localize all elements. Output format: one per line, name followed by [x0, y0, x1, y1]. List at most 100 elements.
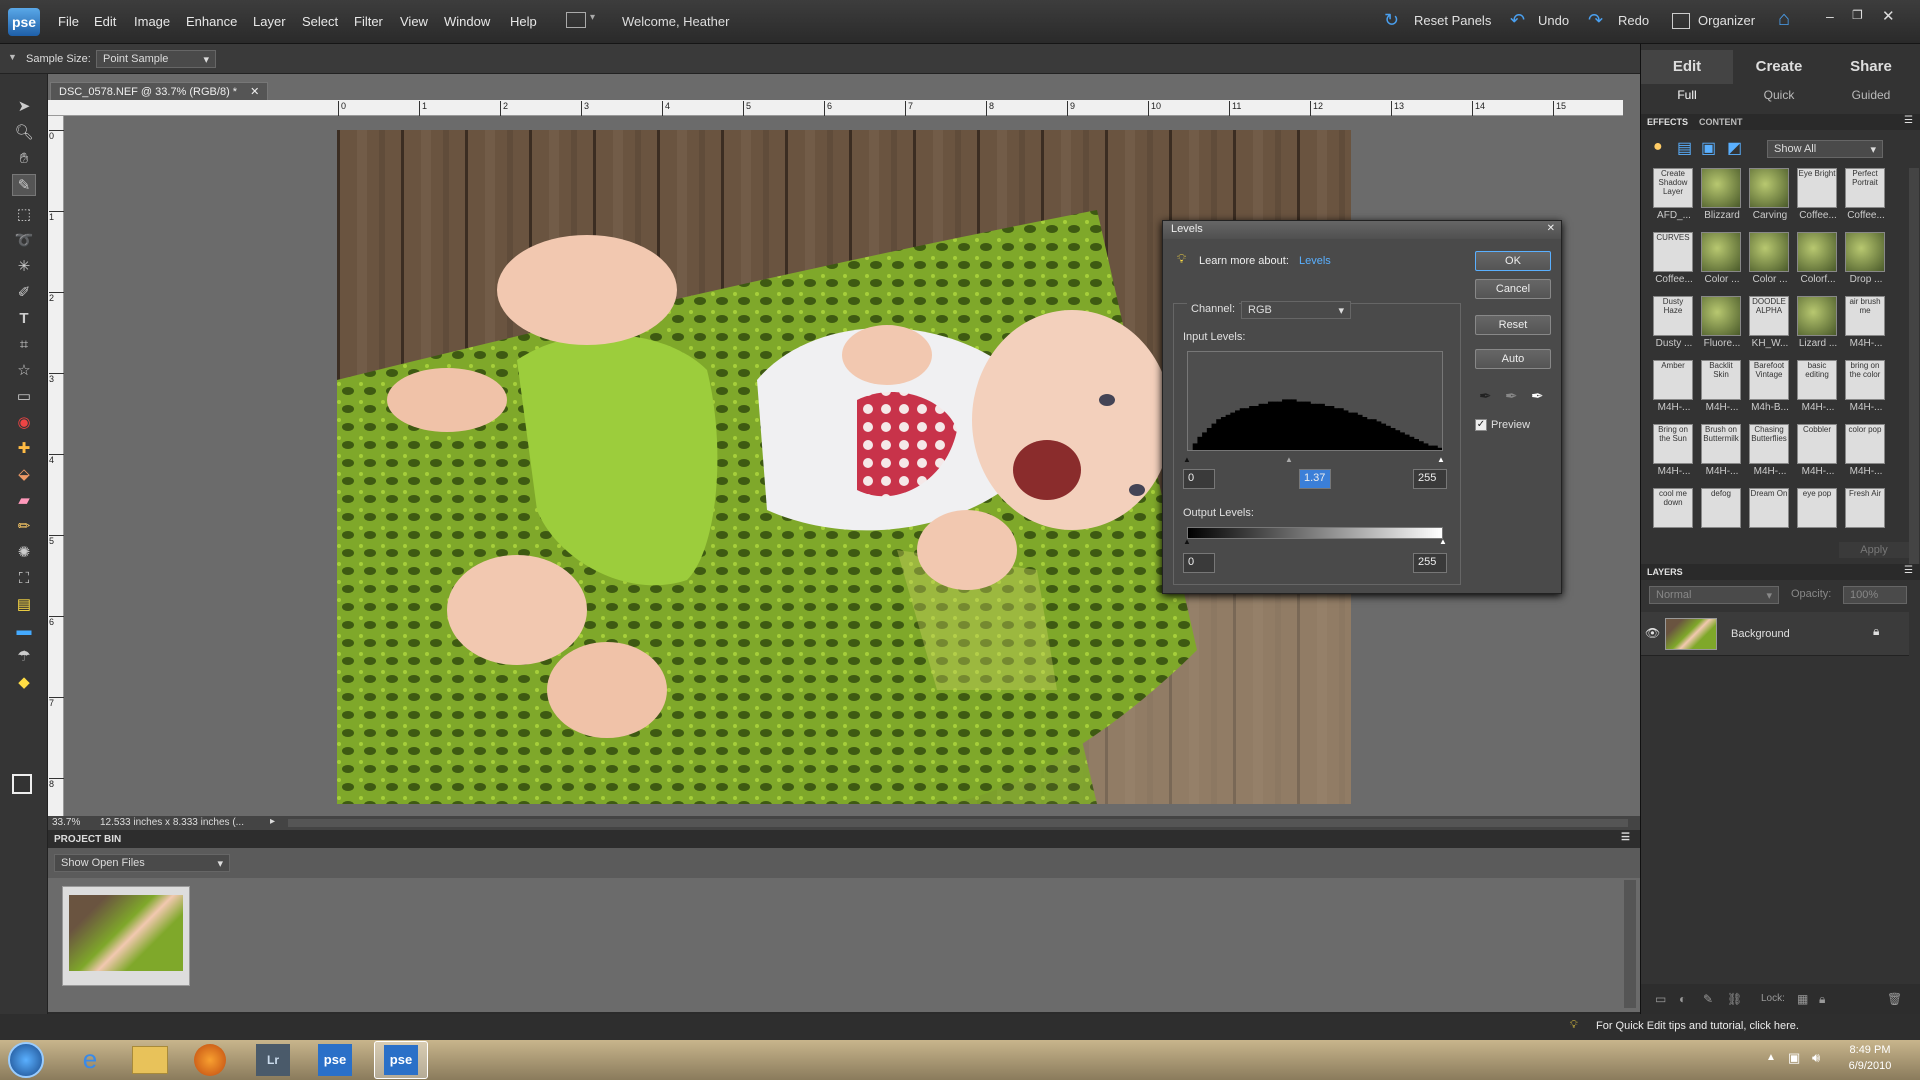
sample-size-dropdown[interactable]: Point Sample ▾	[96, 50, 216, 68]
lasso-tool-icon[interactable]: ➰	[12, 230, 36, 252]
effect-item[interactable]: Color ...	[1747, 230, 1793, 292]
quick-edit-tip-link[interactable]: For Quick Edit tips and tutorial, click …	[1596, 1020, 1799, 1032]
minimize-icon[interactable]: –	[1826, 8, 1834, 24]
ok-button[interactable]: OK	[1475, 251, 1551, 271]
clone-stamp-tool-icon[interactable]: ⬙	[12, 464, 36, 486]
output-black-field[interactable]: 0	[1183, 553, 1215, 573]
reset-button[interactable]: Reset	[1475, 315, 1551, 335]
cookie-cutter-tool-icon[interactable]: ☆	[12, 360, 36, 382]
start-button[interactable]	[8, 1042, 44, 1078]
document-tab[interactable]: DSC_0578.NEF @ 33.7% (RGB/8) * ✕	[50, 82, 269, 100]
input-slider[interactable]: ▲ ▲ ▲	[1183, 455, 1445, 464]
effect-item[interactable]: Cobbler M4H-...	[1795, 422, 1841, 484]
tab-share[interactable]: Share	[1825, 50, 1917, 84]
effect-item[interactable]: Drop ...	[1843, 230, 1889, 292]
close-icon[interactable]: ✕	[1882, 7, 1895, 25]
vertical-scrollbar[interactable]	[1624, 880, 1636, 1008]
app-logo[interactable]: pse	[8, 8, 40, 36]
eye-icon[interactable]: 👁︎	[1645, 626, 1660, 640]
menu-enhance[interactable]: Enhance	[186, 14, 237, 29]
input-black-field[interactable]: 0	[1183, 469, 1215, 489]
brush-tool-icon[interactable]: ✺	[12, 542, 36, 564]
apply-button[interactable]: Apply	[1839, 542, 1909, 558]
auto-button[interactable]: Auto	[1475, 349, 1551, 369]
effect-item[interactable]: Perfect Portrait Coffee...	[1843, 166, 1889, 228]
panel-menu-icon[interactable]: ☰	[1904, 565, 1913, 576]
layer-row[interactable]: 👁︎ Background 🔒︎	[1641, 612, 1909, 656]
type-tool-icon[interactable]: T	[12, 308, 36, 330]
output-white-handle[interactable]: ▲	[1439, 537, 1447, 546]
output-black-handle[interactable]: ▲	[1183, 537, 1191, 546]
healing-brush-tool-icon[interactable]: ✚	[12, 438, 36, 460]
project-bin-filter[interactable]: Show Open Files ▾	[54, 854, 230, 872]
status-menu-arrow-icon[interactable]: ▸	[270, 816, 275, 827]
pse-editor-taskbar-button[interactable]: pse	[374, 1041, 428, 1079]
restore-icon[interactable]: ❐	[1852, 8, 1863, 22]
effect-item[interactable]: basic editing M4H-...	[1795, 358, 1841, 420]
effect-item[interactable]: Fresh Air	[1843, 486, 1889, 548]
panel-menu-icon[interactable]: ☰	[1904, 115, 1913, 126]
effect-item[interactable]: Fluore...	[1699, 294, 1745, 356]
move-tool-icon[interactable]: ➤	[12, 96, 36, 118]
crop-tool-icon[interactable]: ⌗	[12, 334, 36, 356]
gradient-tool-icon[interactable]: ▤	[12, 594, 36, 616]
preview-checkbox[interactable]: ✓	[1475, 419, 1487, 431]
cancel-button[interactable]: Cancel	[1475, 279, 1551, 299]
menu-help[interactable]: Help	[510, 14, 537, 29]
organizer-button[interactable]: Organizer	[1698, 13, 1755, 28]
photo-effects-icon[interactable]: ▣	[1701, 138, 1716, 158]
effect-item[interactable]: Color ...	[1699, 230, 1745, 292]
subtab-full[interactable]: Full	[1641, 88, 1733, 102]
subtab-guided[interactable]: Guided	[1825, 88, 1917, 102]
effects-scrollbar[interactable]	[1909, 168, 1919, 578]
adjustment-layer-icon[interactable]: ◐	[1679, 992, 1686, 1006]
link-icon[interactable]: ⛓︎	[1727, 992, 1742, 1006]
marquee-tool-icon[interactable]: ⬚	[12, 204, 36, 226]
menu-window[interactable]: Window	[444, 14, 490, 29]
effect-item[interactable]: Chasing Butterflies M4H-...	[1747, 422, 1793, 484]
effect-item[interactable]: DOODLE ALPHA KH_W...	[1747, 294, 1793, 356]
menu-filter[interactable]: Filter	[354, 14, 383, 29]
sponge-tool-icon[interactable]: ◆	[12, 672, 36, 694]
firefox-icon[interactable]	[194, 1044, 226, 1076]
effects-tab[interactable]: EFFECTS	[1647, 117, 1688, 127]
zoom-tool-icon[interactable]: 🔍︎	[12, 122, 36, 144]
levels-dialog-titlebar[interactable]: Levels ✕	[1163, 221, 1561, 239]
hand-tool-icon[interactable]: ✋︎	[12, 148, 36, 170]
filters-icon[interactable]: ●	[1653, 138, 1663, 156]
panel-menu-icon[interactable]: ☰	[1621, 832, 1630, 843]
menu-select[interactable]: Select	[302, 14, 338, 29]
lock-pixels-icon[interactable]: ▦	[1797, 992, 1808, 1006]
output-white-field[interactable]: 255	[1413, 553, 1447, 573]
effect-item[interactable]: Bring on the Sun M4H-...	[1651, 422, 1697, 484]
effect-item[interactable]: color pop M4H-...	[1843, 422, 1889, 484]
effect-item[interactable]: Barefoot Vintage M4h-B...	[1747, 358, 1793, 420]
horizontal-scrollbar[interactable]	[288, 819, 1628, 827]
channel-dropdown[interactable]: RGB ▾	[1241, 301, 1351, 319]
effect-item[interactable]: Brush on Buttermilk M4H-...	[1699, 422, 1745, 484]
arrange-icon[interactable]	[566, 12, 586, 28]
home-icon[interactable]: ⌂	[1778, 8, 1790, 31]
effect-item[interactable]: Backlit Skin M4H-...	[1699, 358, 1745, 420]
eraser-tool-icon[interactable]: ▰	[12, 490, 36, 512]
red-eye-tool-icon[interactable]: ◉	[12, 412, 36, 434]
input-black-handle[interactable]: ▲	[1183, 455, 1191, 464]
eyedropper-tool-icon[interactable]: ✎	[12, 174, 36, 196]
foreground-color-swatch[interactable]	[12, 774, 32, 794]
paint-bucket-tool-icon[interactable]: ⛶	[12, 568, 36, 590]
pse-organizer-icon[interactable]: pse	[318, 1044, 352, 1076]
reset-panels-icon[interactable]: ↻	[1384, 10, 1399, 31]
brush-icon[interactable]: ✎	[1703, 992, 1713, 1006]
black-eyedropper-icon[interactable]: ✒	[1479, 387, 1492, 405]
gray-eyedropper-icon[interactable]: ✒	[1505, 387, 1518, 405]
network-icon[interactable]: ▣	[1788, 1050, 1800, 1066]
quick-selection-tool-icon[interactable]: ✐	[12, 282, 36, 304]
menu-view[interactable]: View	[400, 14, 428, 29]
blend-mode-dropdown[interactable]: Normal ▾	[1649, 586, 1779, 604]
magic-wand-tool-icon[interactable]: ✳	[12, 256, 36, 278]
effect-item[interactable]: Dream On	[1747, 486, 1793, 548]
effect-item[interactable]: cool me down	[1651, 486, 1697, 548]
effect-item[interactable]: Lizard ...	[1795, 294, 1841, 356]
straighten-tool-icon[interactable]: ▭	[12, 386, 36, 408]
close-icon[interactable]: ✕	[1547, 223, 1555, 234]
